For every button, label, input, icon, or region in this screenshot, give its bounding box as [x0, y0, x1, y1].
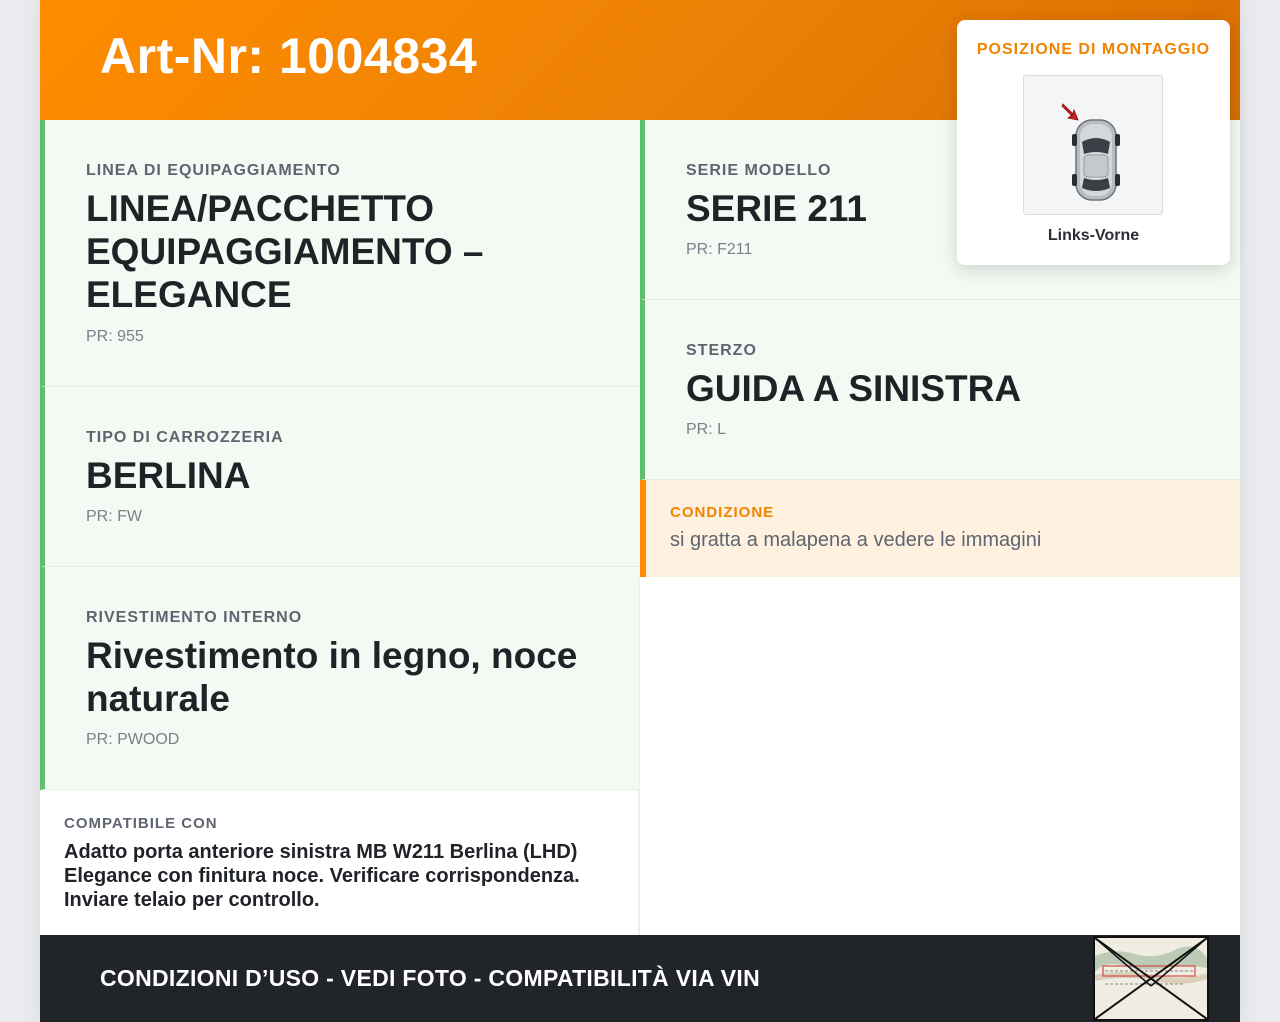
field-value: LINEA/PACCHETTO EQUIPAGGIAMENTO – ELEGAN…: [86, 188, 484, 315]
field-pr-code: PR: FW: [86, 508, 142, 525]
mounting-position-title: POSIZIONE DI MONTAGGIO: [976, 41, 1211, 58]
document-thumbnail[interactable]: [1093, 936, 1209, 1021]
field-steering: STERZO GUIDA A SINISTRA PR: L: [640, 300, 1240, 480]
document-photo-icon: [1095, 938, 1207, 1019]
field-interior-trim: RIVESTIMENTO INTERNO Rivestimento in leg…: [40, 567, 640, 790]
field-pr-code: PR: PWOOD: [86, 731, 180, 748]
field-value: GUIDA A SINISTRA: [686, 368, 1022, 409]
field-pr-code: PR: 955: [86, 328, 144, 345]
field-pr-code: PR: F211: [686, 241, 753, 258]
field-value: BERLINA: [86, 455, 251, 496]
compatibility-text: Adatto porta anteriore sinistra MB W211 …: [64, 841, 580, 911]
condition-label: CONDIZIONE: [670, 504, 775, 521]
footer-text: CONDIZIONI D’USO - VEDI FOTO - COMPATIBI…: [100, 965, 761, 991]
field-pr-code: PR: L: [686, 421, 727, 438]
field-label: STERZO: [686, 342, 757, 359]
condition-text: si gratta a malapena a vedere le immagin…: [670, 529, 1042, 551]
field-value: Rivestimento in legno, noce naturale: [86, 635, 578, 719]
spec-sheet: Art-Nr: 1004834 LINEA DI EQUIPAGGIAMENTO…: [40, 0, 1240, 1022]
footer-bar: CONDIZIONI D’USO - VEDI FOTO - COMPATIBI…: [40, 935, 1240, 1022]
article-number-title: Art-Nr: 1004834: [100, 28, 478, 84]
compatibility-label: COMPATIBILE CON: [64, 815, 218, 832]
field-label: SERIE MODELLO: [686, 162, 832, 179]
mounting-position-value: Links-Vorne: [1047, 227, 1140, 244]
field-value: SERIE 211: [686, 188, 868, 229]
car-position-image: [1023, 75, 1163, 215]
field-label: TIPO DI CARROZZERIA: [86, 429, 284, 446]
field-equipment-line: LINEA DI EQUIPAGGIAMENTO LINEA/PACCHETTO…: [40, 120, 640, 387]
condition-box: CONDIZIONE si gratta a malapena a vedere…: [640, 480, 1240, 577]
field-label: LINEA DI EQUIPAGGIAMENTO: [86, 162, 341, 179]
car-top-view-icon: [1061, 103, 1120, 201]
compatibility-section: COMPATIBILE CON Adatto porta anteriore s…: [40, 790, 639, 935]
field-body-type: TIPO DI CARROZZERIA BERLINA PR: FW: [40, 387, 640, 567]
field-label: RIVESTIMENTO INTERNO: [86, 609, 303, 626]
mounting-position-card: POSIZIONE DI MONTAGGIO Links-Vorne: [957, 20, 1230, 265]
column-divider: [639, 577, 640, 935]
